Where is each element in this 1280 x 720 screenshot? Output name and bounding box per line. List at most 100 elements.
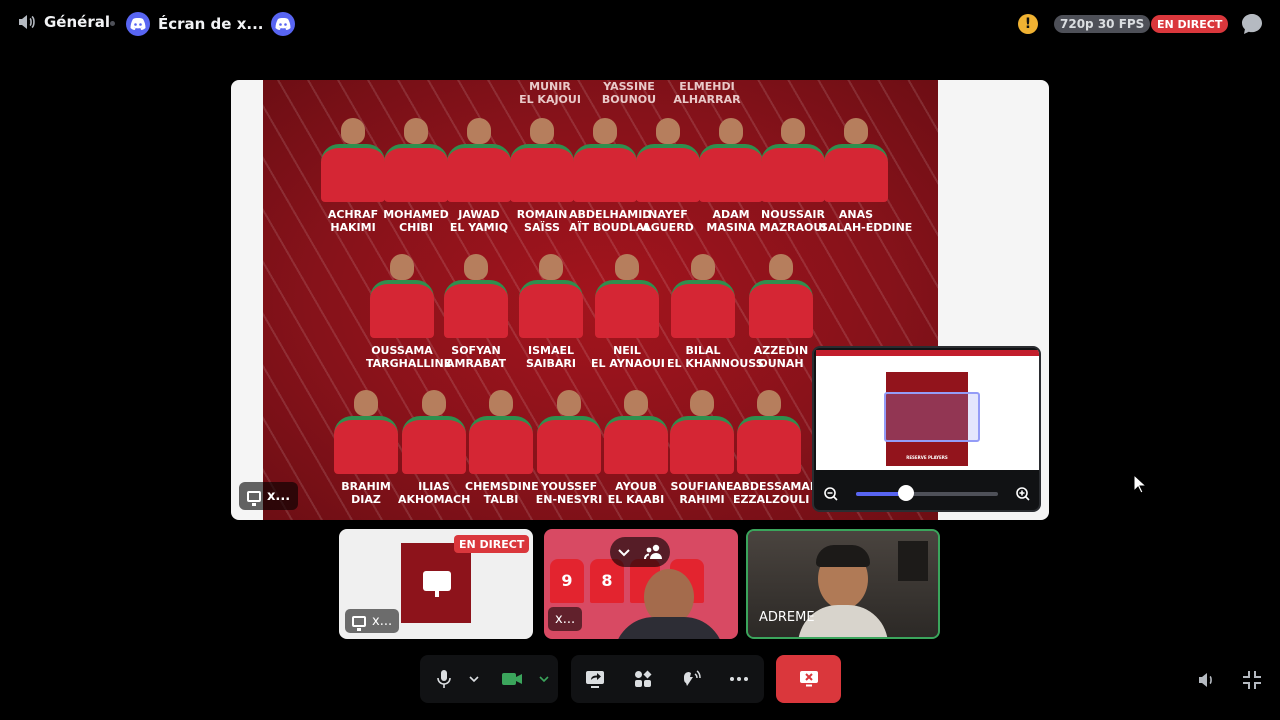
tile-name: x...: [372, 613, 393, 629]
exit-fullscreen-button[interactable]: [1239, 667, 1265, 693]
player-jersey: [671, 280, 735, 338]
player-card: NOUSSAIR MAZRAOUI: [757, 118, 829, 234]
player-jersey: [636, 144, 700, 202]
live-badge: EN DIRECT: [1151, 15, 1229, 33]
zoom-out-button[interactable]: [817, 480, 845, 508]
player-head: [539, 254, 563, 280]
activities-button[interactable]: [629, 665, 657, 693]
microphone-options-button[interactable]: [460, 665, 488, 693]
zoom-in-button[interactable]: [1009, 480, 1037, 508]
camera-button[interactable]: [498, 665, 526, 693]
zoom-slider[interactable]: [856, 492, 998, 496]
player-jersey: [444, 280, 508, 338]
player-card: AZZEDIN OUNAH: [745, 254, 817, 370]
participant-hair: [816, 545, 870, 567]
player-jersey: [670, 416, 734, 474]
stream-title: Écran de x...: [158, 15, 264, 33]
more-options-button[interactable]: [725, 665, 753, 693]
zoom-in-icon: [1016, 487, 1030, 501]
player-first-name: JAWAD: [458, 208, 500, 221]
discord-logo-icon: [126, 12, 150, 36]
tile-label: x...: [548, 607, 583, 631]
player-jersey: [469, 416, 533, 474]
stream-owner-label: x...: [239, 482, 299, 510]
player-jersey: [573, 144, 637, 202]
player-card: CHEMSDINE TALBI: [465, 390, 539, 506]
share-screen-icon: [586, 671, 604, 688]
player-card: NEIL EL AYNAOUI: [591, 254, 665, 370]
preview-header-bar: [816, 350, 1039, 356]
chevron-down-icon: [469, 676, 479, 683]
player-jersey: [737, 416, 801, 474]
volume-button[interactable]: [1193, 667, 1219, 693]
player-last-name: AÏT BOUDLAL: [569, 221, 652, 234]
warning-icon[interactable]: !: [1018, 14, 1038, 34]
soundboard-icon: [684, 670, 701, 686]
disconnect-button[interactable]: [776, 655, 841, 703]
player-first-name: MOHAMED: [383, 208, 449, 221]
player-head: [464, 254, 488, 280]
player-last-name: SAIBARI: [526, 357, 576, 370]
player-last-name: CHIBI: [399, 221, 433, 234]
player-head: [557, 390, 581, 416]
share-screen-button[interactable]: [581, 665, 609, 693]
player-head: [615, 254, 639, 280]
player-first-name: NAYEF: [648, 208, 688, 221]
tile-name: x...: [555, 611, 576, 627]
zoom-slider-handle[interactable]: [897, 485, 914, 501]
participant-tile-adreme[interactable]: ADREME: [746, 529, 940, 639]
player-last-name: SALAH-EDDINE: [820, 221, 913, 234]
player-card: JAWAD EL YAMIQ: [443, 118, 515, 234]
player-card: SOFYAN AMRABAT: [440, 254, 512, 370]
preview-caption: RESERVE PLAYERS: [906, 455, 948, 460]
player-last-name: TALBI: [483, 493, 519, 506]
player-head: [467, 118, 491, 144]
chevron-down-icon[interactable]: [616, 544, 632, 560]
microphone-button[interactable]: [430, 665, 458, 693]
player-first-name: BILAL: [685, 344, 721, 357]
exit-fullscreen-icon: [1243, 671, 1261, 689]
zoom-controls: [814, 478, 1039, 510]
tile-name: ADREME: [759, 609, 815, 625]
player-jersey: [604, 416, 668, 474]
player-card: AYOUB EL KAABI: [600, 390, 672, 506]
player-first-name: OUSSAMA: [371, 344, 433, 357]
zoom-preview-panel[interactable]: RESERVE PLAYERS: [812, 346, 1041, 512]
player-head: [489, 390, 513, 416]
player-head: [844, 118, 868, 144]
player-jersey: [824, 144, 888, 202]
camera-options-button[interactable]: [530, 665, 558, 693]
player-first-name: SOFYAN: [451, 344, 501, 357]
mouse-cursor-icon: [1133, 474, 1147, 494]
player-jersey: [749, 280, 813, 338]
participants-icon[interactable]: [644, 544, 664, 560]
tile-label: ADREME: [752, 605, 822, 629]
screen-share-icon: [423, 571, 451, 597]
stream-title-group[interactable]: Écran de x...: [126, 12, 296, 36]
activities-icon: [635, 670, 652, 687]
tile-label: x...: [345, 609, 400, 633]
player-jersey: [595, 280, 659, 338]
player-jersey: [699, 144, 763, 202]
player-last-name: TARGHALLINE: [366, 357, 452, 370]
soundboard-button[interactable]: [677, 665, 705, 693]
player-card: YOUSSEF EN-NESYRI: [533, 390, 605, 506]
zoom-selection-box[interactable]: [884, 392, 980, 442]
player-head: [593, 118, 617, 144]
tile-popout-controls[interactable]: [610, 537, 670, 567]
participant-tile-screen[interactable]: EN DIRECT x...: [339, 529, 533, 639]
microphone-icon: [437, 670, 451, 688]
player-first-name: ILIAS: [418, 480, 450, 493]
player-last-name: DIAZ: [351, 493, 381, 506]
background-shelf: [898, 541, 928, 581]
player-head: [390, 254, 414, 280]
player-first-name: AYOUB: [615, 480, 657, 493]
player-last-name: EL KAABI: [607, 493, 665, 506]
zoom-preview-screen[interactable]: RESERVE PLAYERS: [816, 350, 1039, 470]
player-last-name: RAHIMI: [679, 493, 725, 506]
chat-icon[interactable]: [1240, 12, 1264, 36]
activity-controls: [571, 655, 764, 703]
player-jersey: [321, 144, 385, 202]
player-card: ABDESSAMAD EZZALZOULI: [733, 390, 819, 506]
voice-channel[interactable]: Général: [16, 12, 110, 32]
